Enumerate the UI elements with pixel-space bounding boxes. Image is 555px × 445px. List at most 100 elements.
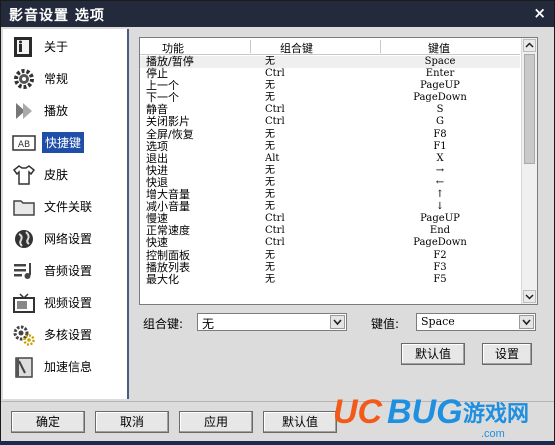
column-header-function[interactable]: 功能	[162, 40, 184, 56]
row-modifier: 无	[265, 201, 275, 213]
hotkeys-panel: 功能 组合键 键值 播放/暂停无 Space 停止 Ctrl Enter 上一个无 Page…	[129, 29, 554, 399]
table-row[interactable]: 播放/暂停无 Space	[140, 56, 520, 69]
table-row[interactable]: 播放列表 无 F3	[140, 261, 520, 274]
close-icon[interactable]: ×	[533, 4, 546, 22]
sidebar-item-about[interactable]: 关于	[3, 31, 127, 63]
column-divider[interactable]	[250, 40, 251, 53]
sidebar-item-video[interactable]: 视频设置	[3, 287, 127, 319]
hotkey-rows: 播放/暂停无 Space 停止 Ctrl Enter 上一个无 PageUP 下一个无 Page…	[140, 56, 520, 286]
scroll-up-button[interactable]	[523, 39, 536, 52]
row-modifier: Ctrl	[265, 225, 285, 237]
column-header-modifier[interactable]: 组合键	[280, 40, 313, 56]
audio-icon	[11, 259, 37, 283]
info-icon	[11, 35, 37, 59]
folder-icon	[11, 195, 37, 219]
row-function: 全屏/恢复	[146, 127, 194, 141]
row-modifier: 无	[265, 176, 275, 188]
chevron-down-icon[interactable]	[519, 315, 534, 329]
window-title: 影音设置 选项	[9, 8, 105, 24]
set-button[interactable]: 设置	[482, 343, 532, 365]
row-key: PageDown	[413, 92, 467, 104]
watermark-logo: UC BUG 游戏网 .com	[331, 381, 555, 442]
row-modifier: 无	[265, 56, 275, 67]
key-value: Space	[421, 315, 455, 328]
sidebar-nav: 关于 常规 播放 AB 快捷键 皮肤 文件关联 网络设置 音频设置 视频设置 多…	[3, 29, 129, 399]
row-key: G	[436, 116, 444, 128]
sidebar-item-hotkeys[interactable]: AB 快捷键	[3, 127, 127, 159]
row-modifier: 无	[265, 128, 275, 140]
column-header-key[interactable]: 键值	[428, 40, 450, 56]
table-row[interactable]: 选项 无 F1	[140, 140, 520, 153]
modifier-select[interactable]: 无	[197, 313, 347, 331]
scroll-down-button[interactable]	[523, 290, 536, 303]
row-modifier: 无	[265, 80, 275, 92]
row-modifier: 无	[265, 273, 275, 285]
row-key: ↓	[435, 201, 445, 213]
sidebar-item-label: 音频设置	[44, 264, 93, 278]
row-key: PageUP	[420, 80, 460, 92]
row-modifier: 无	[265, 92, 275, 104]
table-row[interactable]: 关闭影片 Ctrl G	[140, 116, 520, 128]
ok-button[interactable]: 确定	[11, 411, 85, 433]
hotkey-list[interactable]: 功能 组合键 键值 播放/暂停无 Space 停止 Ctrl Enter 上一个无 Page…	[139, 37, 538, 305]
table-row[interactable]: 快进无 →	[140, 164, 520, 177]
apply-button[interactable]: 应用	[179, 411, 253, 433]
sidebar-item-label: 快捷键	[42, 132, 85, 153]
sidebar-item-label: 关于	[44, 40, 69, 54]
shirt-icon	[11, 163, 37, 187]
table-row[interactable]: 全屏/恢复 无 F8	[140, 127, 520, 141]
table-row[interactable]: 静音 Ctrl S	[140, 104, 520, 116]
table-row[interactable]: 减小音量无 ↓	[140, 201, 520, 213]
row-key: X	[436, 152, 444, 164]
table-row[interactable]: 退出 Alt X	[140, 151, 520, 165]
sidebar-item-play[interactable]: 播放	[3, 95, 127, 127]
svg-text:BUG: BUG	[387, 393, 463, 431]
sidebar-item-label: 皮肤	[44, 168, 69, 182]
table-row[interactable]: 慢速 Ctrl PageUP	[140, 213, 520, 225]
list-scrollbar[interactable]	[521, 38, 537, 304]
row-modifier: Ctrl	[265, 237, 285, 249]
key-label: 键值:	[371, 317, 400, 331]
row-modifier: Alt	[265, 152, 280, 164]
row-key: PageDown	[413, 237, 467, 249]
row-key: F1	[433, 140, 447, 152]
sidebar-item-multicore[interactable]: 多核设置	[3, 319, 127, 351]
table-row[interactable]: 增大音量无 ↑	[140, 189, 520, 201]
sidebar-item-file-assoc[interactable]: 文件关联	[3, 191, 127, 223]
table-row[interactable]: 快速 Ctrl PageDown	[140, 237, 520, 249]
table-row[interactable]: 下一个无 PageDown	[140, 92, 520, 104]
chevron-down-icon[interactable]	[330, 315, 345, 329]
table-row[interactable]: 控制面板 无 F2	[140, 249, 520, 262]
row-modifier: 无	[265, 140, 275, 152]
sidebar-item-label: 常规	[44, 72, 69, 86]
table-row[interactable]: 正常速度 Ctrl End	[140, 225, 520, 237]
sidebar-item-accel-info[interactable]: 加速信息	[3, 351, 127, 383]
title-bar[interactable]: 影音设置 选项 ×	[1, 1, 554, 27]
default-button[interactable]: 默认值	[263, 411, 337, 433]
table-row[interactable]: 停止 Ctrl Enter	[140, 68, 520, 80]
reset-default-button[interactable]: 默认值	[401, 343, 465, 365]
row-key: Enter	[425, 68, 455, 80]
sidebar-item-network[interactable]: 网络设置	[3, 223, 127, 255]
options-window: 影音设置 选项 × 关于 常规 播放 AB 快捷键 皮肤 文件关联 网络设置 音…	[0, 0, 555, 441]
row-function: 退出	[146, 151, 168, 165]
cancel-button[interactable]: 取消	[95, 411, 169, 433]
table-row[interactable]: 快退无 ←	[140, 176, 520, 189]
svg-text:AB: AB	[18, 140, 30, 150]
scroll-thumb[interactable]	[524, 54, 535, 164]
sidebar-item-general[interactable]: 常规	[3, 63, 127, 95]
row-key: ↑	[435, 189, 445, 201]
sidebar-item-label: 视频设置	[44, 296, 93, 310]
modifier-value: 无	[202, 317, 215, 331]
row-modifier: 无	[265, 164, 275, 176]
row-function: 最大化	[146, 272, 179, 286]
row-key: F2	[433, 249, 447, 261]
table-row[interactable]: 最大化 无 F5	[140, 272, 520, 286]
row-function: 快速	[146, 236, 168, 250]
column-divider[interactable]	[380, 40, 381, 53]
sidebar-item-audio[interactable]: 音频设置	[3, 255, 127, 287]
table-row[interactable]: 上一个无 PageUP	[140, 80, 520, 92]
row-key: End	[429, 225, 451, 237]
key-select[interactable]: Space	[416, 313, 536, 331]
sidebar-item-skin[interactable]: 皮肤	[3, 159, 127, 191]
